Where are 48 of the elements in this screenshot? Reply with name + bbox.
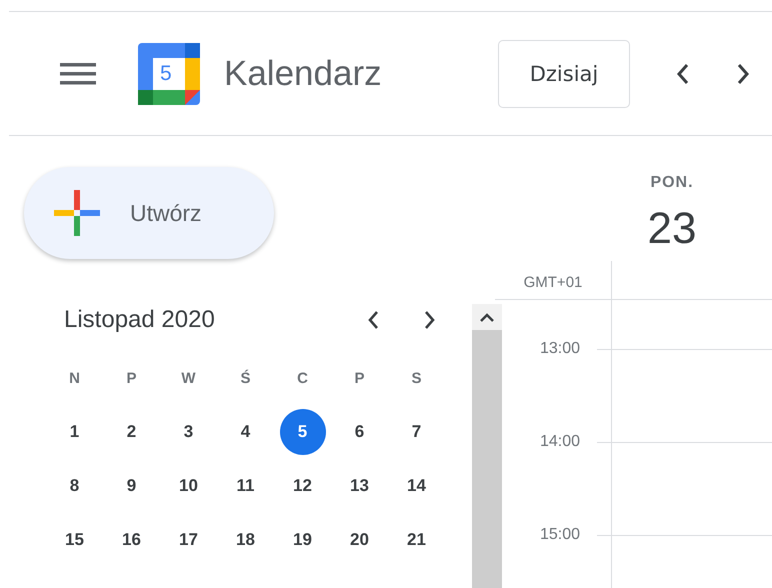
create-button[interactable]: Utwórz [24,167,274,259]
timezone-label: GMT+01 [524,274,582,291]
menu-icon[interactable] [60,62,96,86]
calendar-day[interactable]: 3 [166,409,212,455]
month-title: Listopad 2020 [64,306,216,334]
calendar-day[interactable]: 8 [52,463,98,509]
hour-label: 14:00 [538,433,581,451]
calendar-day[interactable]: 11 [222,463,268,509]
hour-label: 13:00 [538,340,581,358]
calendar-logo-drawing [138,42,200,104]
calendar-day[interactable]: 6 [336,409,382,455]
scrollbar[interactable] [472,304,502,588]
calendar-day[interactable]: 5 [280,409,326,455]
next-month-icon[interactable] [424,310,436,330]
calendar-day[interactable]: 17 [166,517,212,563]
calendar-day[interactable]: 15 [52,517,98,563]
logo-day-number: 5 [160,60,172,86]
calendar-day[interactable]: 19 [280,517,326,563]
weekday-label: P [125,368,138,388]
date-number[interactable]: 23 [648,204,696,254]
previous-month-icon[interactable] [367,310,379,330]
calendar-day[interactable]: 13 [336,463,382,509]
calendar-day[interactable]: 14 [394,463,440,509]
calendar-day[interactable]: 20 [336,517,382,563]
calendar-day[interactable]: 12 [280,463,326,509]
today-button[interactable]: Dzisiaj [498,40,630,108]
calendar-day[interactable]: 4 [222,409,268,455]
calendar-day[interactable]: 9 [108,463,154,509]
weekday-heading: PON. [650,174,694,192]
calendar-day[interactable]: 18 [222,517,268,563]
next-icon[interactable] [736,62,750,86]
weekday-label: N [68,368,81,388]
previous-icon[interactable] [676,62,690,86]
app-title: Kalendarz [224,54,383,94]
weekday-label: C [296,368,309,388]
weekday-label: Ś [239,368,252,388]
calendar-day[interactable]: 10 [166,463,212,509]
plus-icon [54,190,100,236]
weekday-label: S [410,368,422,388]
calendar-day[interactable]: 16 [108,517,154,563]
calendar-day[interactable]: 2 [108,409,154,455]
weekday-label: P [353,368,366,388]
calendar-day[interactable]: 7 [394,409,440,455]
calendar-day[interactable]: 21 [394,517,440,563]
weekday-label: W [180,368,197,388]
calendar-day[interactable]: 1 [52,409,98,455]
hour-label: 15:00 [538,526,581,544]
scroll-up-icon[interactable] [480,312,494,322]
